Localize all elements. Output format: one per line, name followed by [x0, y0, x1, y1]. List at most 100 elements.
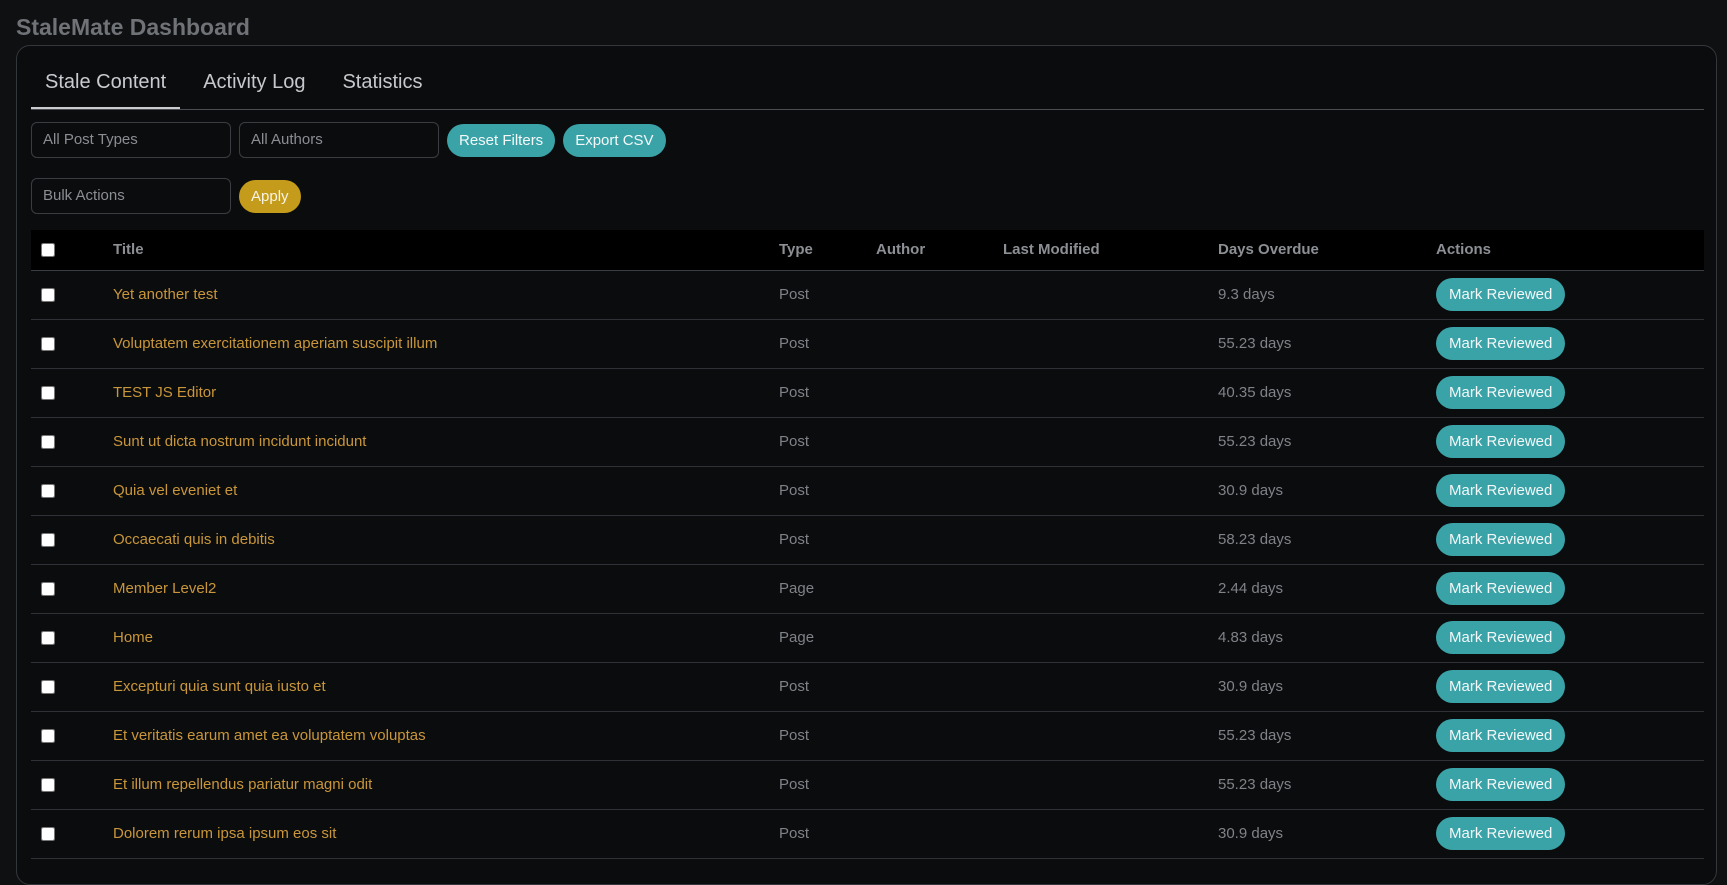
- actions-cell: Mark Reviewed: [1436, 760, 1704, 810]
- post-author: [876, 564, 1003, 614]
- row-checkbox[interactable]: [41, 631, 55, 646]
- post-type-filter[interactable]: All Post Types: [31, 122, 231, 158]
- mark-reviewed-button[interactable]: Mark Reviewed: [1436, 376, 1566, 409]
- last-modified: [1003, 368, 1218, 418]
- post-title-link[interactable]: Occaecati quis in debitis: [113, 515, 779, 565]
- mark-reviewed-button[interactable]: Mark Reviewed: [1436, 817, 1566, 850]
- days-overdue: 30.9 days: [1218, 662, 1436, 712]
- post-title-link[interactable]: Voluptatem exercitationem aperiam suscip…: [113, 319, 779, 369]
- header-author[interactable]: Author: [876, 230, 1003, 271]
- days-overdue: 2.44 days: [1218, 564, 1436, 614]
- row-select-cell: [31, 417, 113, 467]
- post-type: Post: [779, 760, 876, 810]
- row-select-cell: [31, 319, 113, 369]
- post-type: Post: [779, 270, 876, 320]
- tab-activity-log[interactable]: Activity Log: [189, 62, 319, 109]
- table-header-row: Title Type Author Last Modified Days Ove…: [31, 230, 1704, 271]
- mark-reviewed-button[interactable]: Mark Reviewed: [1436, 278, 1566, 311]
- actions-cell: Mark Reviewed: [1436, 368, 1704, 418]
- row-checkbox[interactable]: [41, 484, 55, 499]
- filter-bar: All Post Types All Authors Reset Filters…: [31, 122, 674, 158]
- table-row: Occaecati quis in debitis Post 58.23 days M…: [31, 515, 1704, 565]
- tab-stale-content[interactable]: Stale Content: [31, 62, 181, 109]
- days-overdue: 40.35 days: [1218, 368, 1436, 418]
- tab-statistics[interactable]: Statistics: [328, 62, 436, 109]
- table-row: Quia vel eveniet et Post 30.9 days Mark Rev…: [31, 466, 1704, 516]
- post-title-link[interactable]: Et veritatis earum amet ea voluptatem vo…: [113, 711, 779, 761]
- table-row: Yet another test Post 9.3 days Mark Reviewe…: [31, 270, 1704, 320]
- post-type: Page: [779, 613, 876, 663]
- dashboard-panel: Stale Content Activity Log Statistics Al…: [16, 45, 1717, 885]
- last-modified: [1003, 809, 1218, 859]
- post-title-link[interactable]: Home: [113, 613, 779, 663]
- table-row: Et illum repellendus pariatur magni odit…: [31, 760, 1704, 810]
- row-checkbox[interactable]: [41, 533, 55, 548]
- row-checkbox[interactable]: [41, 386, 55, 401]
- days-overdue: 55.23 days: [1218, 417, 1436, 467]
- post-title-link[interactable]: Excepturi quia sunt quia iusto et: [113, 662, 779, 712]
- actions-cell: Mark Reviewed: [1436, 711, 1704, 761]
- mark-reviewed-button[interactable]: Mark Reviewed: [1436, 768, 1566, 801]
- post-author: [876, 809, 1003, 859]
- mark-reviewed-button[interactable]: Mark Reviewed: [1436, 327, 1566, 360]
- header-last-modified[interactable]: Last Modified: [1003, 230, 1218, 271]
- last-modified: [1003, 711, 1218, 761]
- reset-filters-button[interactable]: Reset Filters: [447, 123, 556, 157]
- post-title-link[interactable]: Quia vel eveniet et: [113, 466, 779, 516]
- row-select-cell: [31, 760, 113, 810]
- row-checkbox[interactable]: [41, 435, 55, 450]
- post-type: Post: [779, 368, 876, 418]
- row-checkbox[interactable]: [41, 778, 55, 793]
- mark-reviewed-button[interactable]: Mark Reviewed: [1436, 425, 1566, 458]
- mark-reviewed-button[interactable]: Mark Reviewed: [1436, 523, 1566, 556]
- last-modified: [1003, 319, 1218, 369]
- last-modified: [1003, 466, 1218, 516]
- days-overdue: 55.23 days: [1218, 760, 1436, 810]
- actions-cell: Mark Reviewed: [1436, 466, 1704, 516]
- export-csv-button[interactable]: Export CSV: [563, 123, 666, 157]
- post-type: Post: [779, 662, 876, 712]
- post-title-link[interactable]: Et illum repellendus pariatur magni odit: [113, 760, 779, 810]
- post-title-link[interactable]: TEST JS Editor: [113, 368, 779, 418]
- post-author: [876, 368, 1003, 418]
- row-checkbox[interactable]: [41, 288, 55, 303]
- post-author: [876, 319, 1003, 369]
- row-checkbox[interactable]: [41, 582, 55, 597]
- actions-cell: Mark Reviewed: [1436, 417, 1704, 467]
- row-checkbox[interactable]: [41, 827, 55, 842]
- post-title-link[interactable]: Yet another test: [113, 270, 779, 320]
- select-all-checkbox[interactable]: [41, 243, 55, 258]
- actions-cell: Mark Reviewed: [1436, 564, 1704, 614]
- mark-reviewed-button[interactable]: Mark Reviewed: [1436, 621, 1566, 654]
- mark-reviewed-button[interactable]: Mark Reviewed: [1436, 572, 1566, 605]
- post-type: Post: [779, 466, 876, 516]
- actions-cell: Mark Reviewed: [1436, 515, 1704, 565]
- days-overdue: 30.9 days: [1218, 809, 1436, 859]
- row-checkbox[interactable]: [41, 680, 55, 695]
- post-title-link[interactable]: Dolorem rerum ipsa ipsum eos sit: [113, 809, 779, 859]
- actions-cell: Mark Reviewed: [1436, 270, 1704, 320]
- header-title[interactable]: Title: [113, 230, 779, 271]
- mark-reviewed-button[interactable]: Mark Reviewed: [1436, 474, 1566, 507]
- row-checkbox[interactable]: [41, 729, 55, 744]
- author-filter[interactable]: All Authors: [239, 122, 439, 158]
- apply-button[interactable]: Apply: [239, 179, 301, 213]
- post-author: [876, 711, 1003, 761]
- post-type: Post: [779, 809, 876, 859]
- row-select-cell: [31, 270, 113, 320]
- header-type[interactable]: Type: [779, 230, 876, 271]
- bulk-actions-select[interactable]: Bulk Actions: [31, 178, 231, 214]
- last-modified: [1003, 760, 1218, 810]
- header-days-overdue[interactable]: Days Overdue: [1218, 230, 1436, 271]
- actions-cell: Mark Reviewed: [1436, 662, 1704, 712]
- mark-reviewed-button[interactable]: Mark Reviewed: [1436, 719, 1566, 752]
- row-select-cell: [31, 515, 113, 565]
- post-title-link[interactable]: Sunt ut dicta nostrum incidunt incidunt: [113, 417, 779, 467]
- post-title-link[interactable]: Member Level2: [113, 564, 779, 614]
- row-checkbox[interactable]: [41, 337, 55, 352]
- select-all-header: [31, 230, 113, 271]
- row-select-cell: [31, 368, 113, 418]
- mark-reviewed-button[interactable]: Mark Reviewed: [1436, 670, 1566, 703]
- stale-content-table: Title Type Author Last Modified Days Ove…: [31, 230, 1704, 859]
- last-modified: [1003, 564, 1218, 614]
